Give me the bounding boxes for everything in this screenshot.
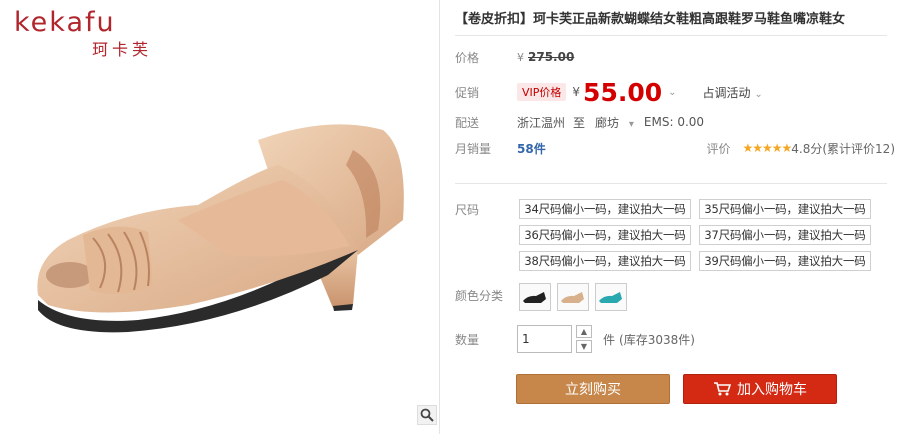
ship-to-word: 至 [573, 115, 586, 130]
promo-price-row: 促销 VIP价格 ¥ 55.00 ⌄ 占调活动 ⌄ [455, 77, 763, 107]
sales-label: 月销量 [455, 141, 492, 156]
size-option[interactable]: 35尺码偏小一码，建议拍大一码 [699, 199, 871, 219]
chevron-down-icon[interactable]: ⌄ [668, 87, 676, 98]
add-to-cart-label: 加入购物车 [737, 382, 807, 398]
stock-info: 件 (库存3038件) [603, 328, 695, 350]
brand-logo: kekafu 珂卡芙 [14, 8, 152, 60]
section-divider [455, 183, 887, 184]
product-image-panel: kekafu 珂卡芙 [0, 0, 440, 434]
stock-count: (库存3038件) [619, 332, 695, 347]
buy-now-button[interactable]: 立刻购买 [516, 374, 670, 404]
size-label-row: 尺码 [455, 198, 517, 220]
magnifier-icon [420, 408, 434, 422]
current-price: 55.00 [583, 77, 663, 107]
color-swatch-black[interactable] [519, 283, 551, 311]
shoe-thumbnail-icon [523, 292, 546, 303]
size-option[interactable]: 36尺码偏小一码，建议拍大一码 [519, 225, 691, 245]
rating-score[interactable]: 4.8分(累计评价12) [791, 140, 895, 157]
logo-subtext: 珂卡芙 [92, 40, 153, 59]
size-option[interactable]: 37尺码偏小一码，建议拍大一码 [699, 225, 871, 245]
rating-label: 评价 [706, 141, 731, 156]
sales-row: 月销量 58件 评价 ★★★★★ 4.8分(累计评价12) [455, 137, 895, 159]
size-label: 尺码 [455, 202, 480, 217]
quantity-decrease-button[interactable]: ▼ [576, 340, 592, 353]
shipping-row: 配送 浙江温州 至 廊坊 ▾ EMS: 0.00 [455, 111, 704, 133]
price-label: 价格 [455, 50, 480, 65]
quantity-label-row: 数量 [455, 328, 517, 350]
size-option[interactable]: 34尺码偏小一码，建议拍大一码 [519, 199, 691, 219]
size-option[interactable]: 38尺码偏小一码，建议拍大一码 [519, 251, 691, 271]
title-divider [455, 35, 887, 36]
ems-fee: EMS: 0.00 [643, 115, 705, 129]
currency-symbol: ¥ [572, 85, 581, 99]
original-price-value: 275.00 [528, 50, 575, 64]
sales-count: 58件 [517, 141, 546, 156]
quantity-increase-button[interactable]: ▲ [576, 325, 592, 338]
chevron-down-icon: ▾ [628, 118, 634, 130]
vip-price-badge: VIP价格 [517, 83, 567, 101]
activity-dropdown[interactable]: 占调活动 ⌄ [703, 84, 763, 101]
color-swatch-beige[interactable] [557, 283, 589, 311]
quantity-label: 数量 [455, 332, 480, 347]
add-to-cart-button[interactable]: 加入购物车 [683, 374, 837, 404]
original-price-row: 价格 ¥275.00 [455, 46, 574, 68]
product-image[interactable] [28, 110, 418, 340]
zoom-button[interactable] [417, 405, 437, 425]
size-option[interactable]: 39尺码偏小一码，建议拍大一码 [699, 251, 871, 271]
quantity-unit: 件 [603, 332, 616, 347]
shoe-thumbnail-icon [561, 292, 584, 303]
color-swatch-teal[interactable] [595, 283, 627, 311]
product-title: 【卷皮折扣】珂卡芙正品新款蝴蝶结女鞋粗高跟鞋罗马鞋鱼嘴凉鞋女 [455, 12, 846, 27]
ship-from: 浙江温州 [517, 115, 566, 130]
color-label: 颜色分类 [455, 288, 504, 303]
original-price: ¥275.00 [517, 50, 575, 64]
star-rating-icon: ★★★★★ [742, 141, 792, 155]
product-info-panel: 【卷皮折扣】珂卡芙正品新款蝴蝶结女鞋粗高跟鞋罗马鞋鱼嘴凉鞋女 价格 ¥275.0… [455, 0, 895, 434]
promo-label: 促销 [455, 85, 480, 100]
shoe-thumbnail-icon [599, 292, 622, 303]
destination-select[interactable]: 廊坊 ▾ [595, 114, 634, 131]
color-label-row: 颜色分类 [455, 284, 517, 306]
shipping-label: 配送 [455, 115, 480, 130]
chevron-down-icon: ⌄ [754, 88, 763, 100]
quantity-input[interactable] [517, 325, 572, 353]
cart-icon [714, 382, 731, 396]
logo-text: kekafu [14, 7, 116, 38]
